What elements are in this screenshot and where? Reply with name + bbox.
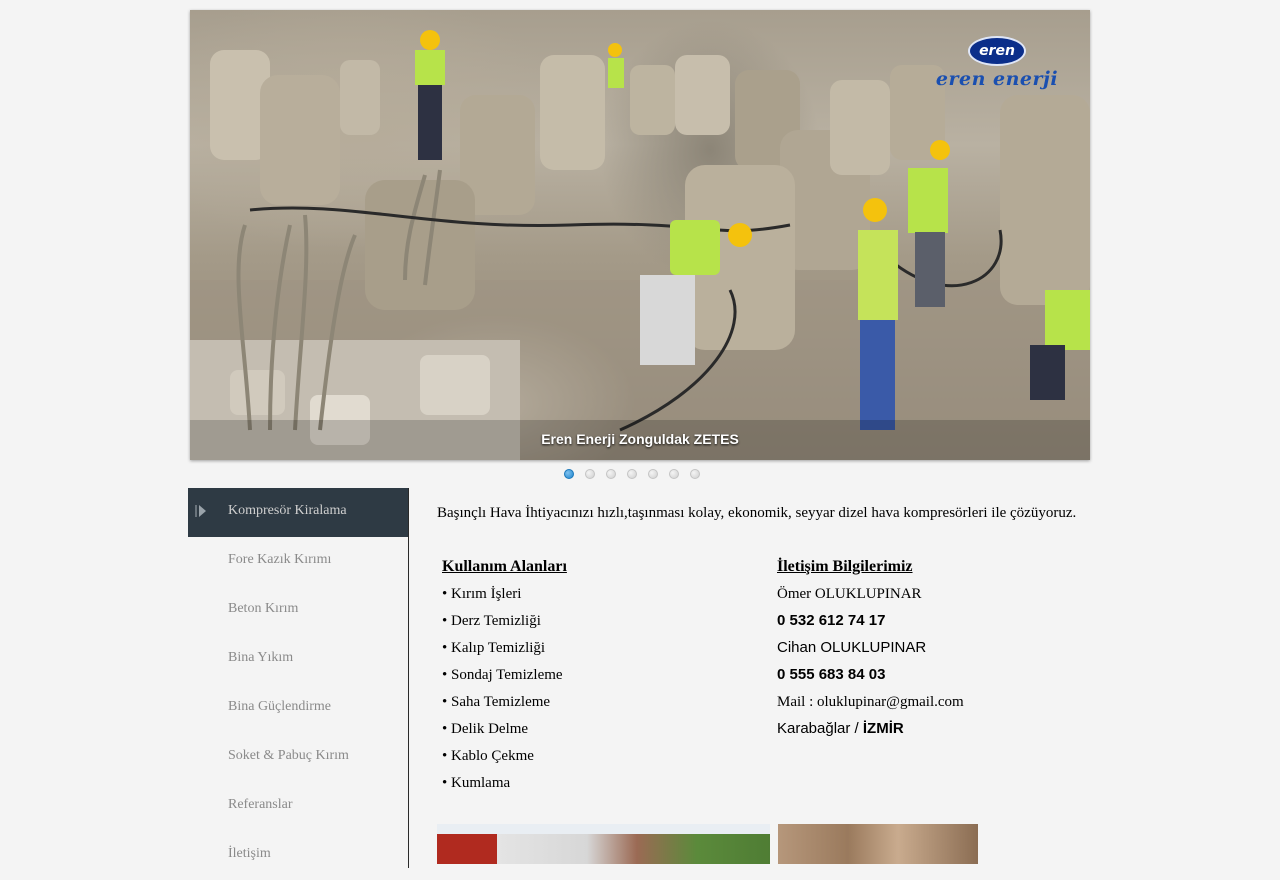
slider-pagination [564, 469, 700, 479]
slider-dot-6[interactable] [669, 469, 679, 479]
contact-info: İletişim Bilgilerimiz Ömer OLUKLUPINAR 0… [777, 557, 964, 746]
sidebar-item-label: Bina Güçlendirme [228, 699, 332, 714]
list-item: • Kablo Çekme [442, 748, 534, 764]
list-item: • Saha Temizleme [442, 694, 551, 710]
contact-heading: İletişim Bilgilerimiz [777, 558, 913, 575]
sidebar-nav: Kompresör Kiralama Fore Kazık Kırımı Bet… [188, 488, 409, 868]
main-content: Başınçlı Hava İhtiyacınızı hızlı,taşınma… [437, 505, 1087, 791]
sidebar-item-bina-guclendirme[interactable]: Bina Güçlendirme [188, 684, 408, 733]
sidebar-item-label: Soket & Pabuç Kırım [228, 748, 349, 763]
contact-name-1: Ömer OLUKLUPINAR [777, 586, 922, 602]
gallery-thumbnail-1[interactable] [437, 824, 770, 864]
sidebar-item-soket-pabuc-kirim[interactable]: Soket & Pabuç Kırım [188, 733, 408, 782]
contact-address: Karabağlar / İZMİR [777, 719, 964, 746]
contact-phone-1[interactable]: 0 532 612 74 17 [777, 611, 964, 638]
usage-areas: Kullanım Alanları • Kırım İşleri • Derz … [442, 557, 567, 800]
list-item: • Kalıp Temizliği [442, 640, 546, 656]
sidebar-item-bina-yikim[interactable]: Bina Yıkım [188, 635, 408, 684]
contact-mail[interactable]: Mail : oluklupinar@gmail.com [777, 692, 964, 719]
contact-name-2: Cihan OLUKLUPINAR [777, 639, 927, 656]
intro-text: Başınçlı Hava İhtiyacınızı hızlı,taşınma… [437, 505, 1077, 521]
sidebar-item-fore-kazik-kirimi[interactable]: Fore Kazık Kırımı [188, 537, 408, 586]
sidebar-item-label: İletişim [228, 846, 271, 861]
logo: eren eren enerji [932, 36, 1062, 90]
address-city: İZMİR [862, 720, 904, 737]
slider-dot-1[interactable] [564, 469, 574, 479]
list-item: • Kumlama [442, 775, 511, 791]
sidebar-item-label: Fore Kazık Kırımı [228, 552, 332, 567]
sidebar-item-kompresor-kiralama[interactable]: Kompresör Kiralama [188, 488, 408, 537]
slider-dot-3[interactable] [606, 469, 616, 479]
list-item: • Delik Delme [442, 721, 529, 737]
sidebar-item-label: Referanslar [228, 797, 293, 812]
sidebar-item-beton-kirim[interactable]: Beton Kırım [188, 586, 408, 635]
sidebar-item-label: Bina Yıkım [228, 650, 294, 665]
image-slider[interactable]: eren eren enerji Eren Enerji Zonguldak Z… [190, 10, 1090, 460]
list-item: • Kırım İşleri [442, 586, 522, 602]
list-item: • Sondaj Temizleme [442, 667, 563, 683]
sidebar-item-iletisim[interactable]: İletişim [188, 831, 408, 880]
sidebar-item-referanslar[interactable]: Referanslar [188, 782, 408, 831]
logo-text: eren enerji [935, 68, 1059, 90]
usage-list: • Kırım İşleri • Derz Temizliği • Kalıp … [442, 584, 567, 800]
slider-dot-5[interactable] [648, 469, 658, 479]
address-district: Karabağlar / [777, 720, 863, 737]
slider-dot-4[interactable] [627, 469, 637, 479]
slide-caption: Eren Enerji Zonguldak ZETES [541, 431, 739, 447]
list-item: • Derz Temizliği [442, 613, 541, 629]
logo-badge: eren [968, 36, 1026, 66]
sidebar-item-label: Kompresör Kiralama [228, 503, 347, 518]
contact-phone-2[interactable]: 0 555 683 84 03 [777, 665, 964, 692]
slider-dot-7[interactable] [690, 469, 700, 479]
contact-list: Ömer OLUKLUPINAR 0 532 612 74 17 Cihan O… [777, 584, 964, 746]
slider-dot-2[interactable] [585, 469, 595, 479]
sidebar-item-label: Beton Kırım [228, 601, 299, 616]
arrow-right-icon [195, 505, 206, 517]
usage-heading: Kullanım Alanları [442, 558, 567, 575]
gallery-thumbnail-2[interactable] [778, 824, 978, 864]
